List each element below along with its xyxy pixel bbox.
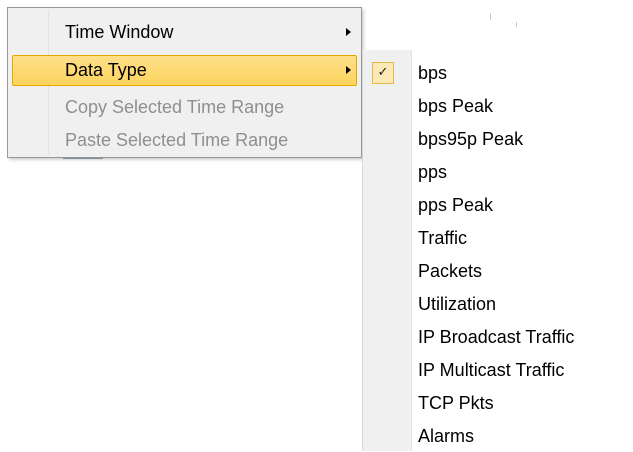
submenu-item-label: bps Peak [418, 96, 494, 116]
menu-item-paste-selected-time-range[interactable]: Paste Selected Time Range [12, 125, 357, 156]
submenu-item-label: pps [418, 162, 448, 182]
menu-item-data-type[interactable]: Data Type [12, 55, 357, 86]
data-type-submenu: ✓ bps bps Peak bps95p Peak pps pps Peak … [362, 50, 633, 451]
menu-item-label: Data Type [65, 60, 147, 80]
submenu-item-packets[interactable]: Packets [363, 256, 633, 287]
submenu-item-label: bps95p Peak [418, 129, 524, 149]
submenu-item-label: Traffic [418, 228, 468, 248]
submenu-item-label: bps [418, 63, 448, 83]
submenu-item-label: Alarms [418, 426, 475, 446]
submenu-item-bps[interactable]: ✓ bps [363, 58, 633, 89]
submenu-item-traffic[interactable]: Traffic [363, 223, 633, 254]
submenu-item-bps-peak[interactable]: bps Peak [363, 91, 633, 122]
context-menu: Time Window Data Type Copy Selected Time… [7, 7, 362, 158]
submenu-item-label: IP Multicast Traffic [418, 360, 565, 380]
menu-item-label: Time Window [65, 22, 174, 42]
submenu-item-label: Utilization [418, 294, 497, 314]
check-icon: ✓ [372, 62, 394, 84]
background-mark [516, 22, 517, 27]
submenu-item-pps[interactable]: pps [363, 157, 633, 188]
submenu-arrow-icon [346, 28, 351, 36]
submenu-item-pps-peak[interactable]: pps Peak [363, 190, 633, 221]
menu-item-label: Paste Selected Time Range [65, 130, 289, 150]
background-mark [490, 13, 491, 20]
submenu-item-ip-broadcast-traffic[interactable]: IP Broadcast Traffic [363, 322, 633, 353]
menu-item-copy-selected-time-range[interactable]: Copy Selected Time Range [12, 92, 357, 123]
submenu-arrow-icon [346, 66, 351, 74]
submenu-item-label: IP Broadcast Traffic [418, 327, 575, 347]
submenu-item-alarms[interactable]: Alarms [363, 421, 633, 452]
submenu-item-ip-multicast-traffic[interactable]: IP Multicast Traffic [363, 355, 633, 386]
submenu-item-label: Packets [418, 261, 483, 281]
submenu-item-tcp-pkts[interactable]: TCP Pkts [363, 388, 633, 419]
submenu-item-label: TCP Pkts [418, 393, 494, 413]
menu-item-label: Copy Selected Time Range [65, 97, 285, 117]
submenu-item-utilization[interactable]: Utilization [363, 289, 633, 320]
submenu-item-bps95p-peak[interactable]: bps95p Peak [363, 124, 633, 155]
submenu-item-label: pps Peak [418, 195, 494, 215]
menu-item-time-window[interactable]: Time Window [12, 17, 357, 48]
